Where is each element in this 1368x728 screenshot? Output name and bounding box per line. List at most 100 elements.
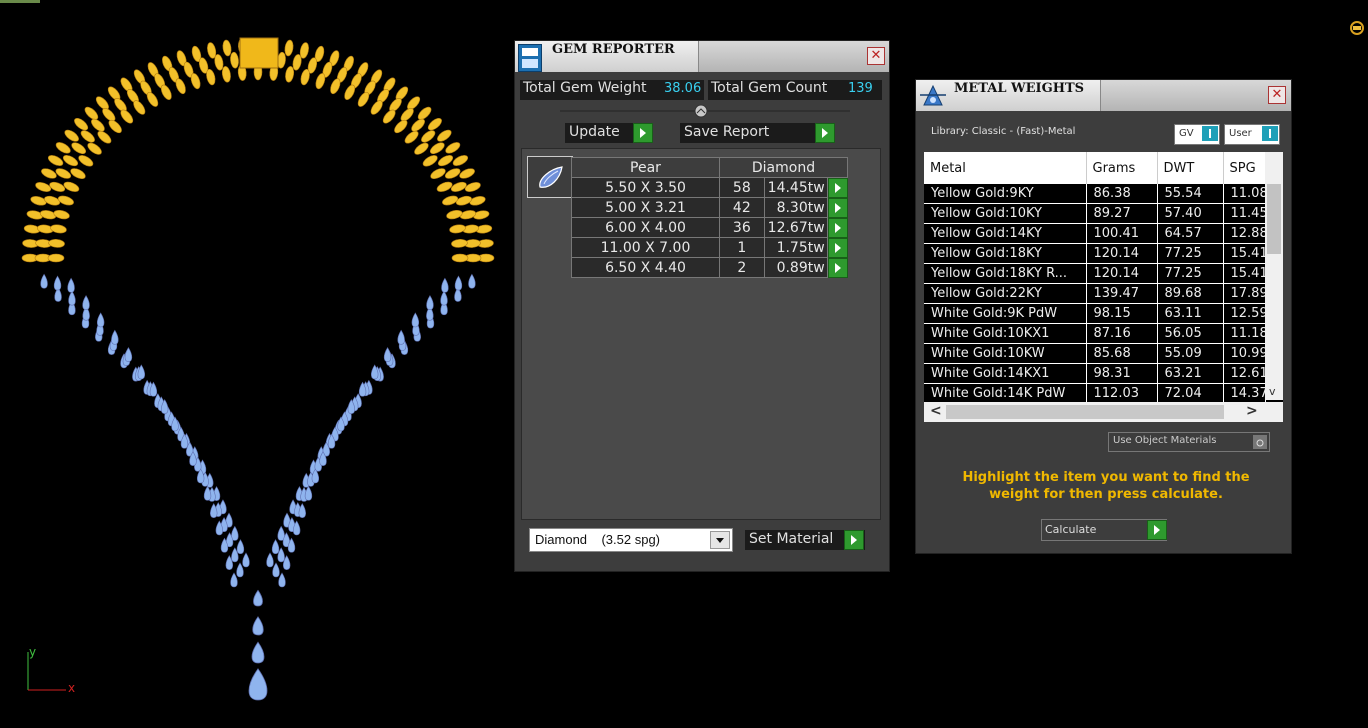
gem-row[interactable]: 6.50 X 4.40 2 0.89tw <box>571 257 848 278</box>
spg-col-header[interactable]: SPG <box>1223 152 1266 184</box>
gold-bead <box>394 119 408 134</box>
metal-row[interactable]: Yellow Gold:22KY 139.47 89.68 17.89 <box>924 283 1266 304</box>
gem-weight: 14.45tw <box>763 177 828 198</box>
gold-bead <box>55 142 71 154</box>
gem-row[interactable]: 5.50 X 3.50 58 14.45tw <box>571 177 848 198</box>
gem-reporter-titlebar[interactable]: GEM REPORTER ✕ <box>515 41 889 72</box>
gv-toggle[interactable]: GV <box>1174 124 1220 145</box>
metal-spg: 12.88 <box>1223 223 1266 244</box>
chevron-down-icon[interactable] <box>710 531 730 549</box>
update-go-icon[interactable] <box>633 123 653 143</box>
metal-row[interactable]: Yellow Gold:18KY R... 120.14 77.25 15.41 <box>924 263 1266 284</box>
metal-row[interactable]: White Gold:9K PdW 98.15 63.11 12.59 <box>924 303 1266 324</box>
clasp-icon <box>239 37 279 69</box>
metal-name: Yellow Gold:22KY <box>924 283 1087 304</box>
gold-bead <box>451 253 469 263</box>
gold-bead <box>230 51 239 69</box>
pear-gem <box>468 273 476 289</box>
metal-row[interactable]: White Gold:14KX1 98.31 63.21 12.61 <box>924 363 1266 384</box>
gem-row-go-icon[interactable] <box>827 197 848 218</box>
metal-row[interactable]: Yellow Gold:9KY 86.38 55.54 11.08 <box>924 184 1266 204</box>
gem-reporter-close-icon[interactable]: ✕ <box>867 47 885 65</box>
ring-settings-icon[interactable] <box>1349 20 1365 36</box>
material-select-value: Diamond (3.52 spg) <box>535 532 661 547</box>
use-object-materials-toggle[interactable]: Use Object Materials <box>1108 432 1270 452</box>
metal-row[interactable]: White Gold:10KX1 87.16 56.05 11.18 <box>924 323 1266 344</box>
pear-gem <box>230 572 238 588</box>
gem-count: 36 <box>718 217 765 238</box>
set-material-go-icon[interactable] <box>844 530 864 550</box>
calculate-go-icon[interactable] <box>1147 520 1167 540</box>
metal-row[interactable]: Yellow Gold:14KY 100.41 64.57 12.88 <box>924 223 1266 244</box>
metal-hscroll-thumb[interactable] <box>946 405 1224 419</box>
gem-row-go-icon[interactable] <box>827 177 848 198</box>
metal-row[interactable]: White Gold:10KW 85.68 55.09 10.99 <box>924 343 1266 364</box>
material-select[interactable]: Diamond (3.52 spg) <box>529 528 733 552</box>
gold-bead <box>64 129 79 142</box>
gem-count: 1 <box>718 237 765 258</box>
scroll-right-icon[interactable]: > <box>1246 403 1258 419</box>
metal-row[interactable]: Yellow Gold:18KY 120.14 77.25 15.41 <box>924 243 1266 264</box>
gold-bead <box>422 155 438 167</box>
metal-horizontal-scrollbar[interactable]: < > <box>924 402 1283 422</box>
necklace-viewport[interactable] <box>0 0 510 728</box>
metal-grams: 89.27 <box>1086 203 1158 224</box>
metal-grams: 112.03 <box>1086 383 1158 404</box>
metal-name: White Gold:9K PdW <box>924 303 1087 324</box>
gem-row[interactable]: 6.00 X 4.00 36 12.67tw <box>571 217 848 238</box>
gem-material-header: Diamond <box>718 157 849 178</box>
pear-gem <box>236 539 245 555</box>
metal-weights-close-icon[interactable]: ✕ <box>1268 86 1286 104</box>
gold-bead <box>442 195 459 206</box>
metal-name: White Gold:14K PdW <box>924 383 1087 404</box>
pear-gem <box>272 562 280 578</box>
pear-gem <box>111 329 119 345</box>
metal-dwt: 64.57 <box>1157 223 1224 244</box>
metal-dwt: 72.04 <box>1157 383 1224 404</box>
metal-name: Yellow Gold:18KY R... <box>924 263 1087 284</box>
gold-bead <box>97 130 112 144</box>
gem-row-go-icon[interactable] <box>827 257 848 278</box>
pear-gem <box>397 329 405 345</box>
gem-size: 11.00 X 7.00 <box>571 237 720 258</box>
gem-row[interactable]: 11.00 X 7.00 1 1.75tw <box>571 237 848 258</box>
scroll-down-icon[interactable]: v <box>1269 385 1276 398</box>
gold-bead <box>49 181 66 192</box>
gold-bead <box>436 181 453 192</box>
scroll-left-icon[interactable]: < <box>930 403 942 419</box>
splitter-handle[interactable] <box>560 104 850 120</box>
gv-label: GV <box>1179 128 1194 139</box>
use-object-materials-label: Use Object Materials <box>1113 435 1217 446</box>
metal-col-header[interactable]: Metal <box>924 152 1087 184</box>
set-material-button[interactable]: Set Material <box>745 530 865 550</box>
gem-row[interactable]: 5.00 X 3.21 42 8.30tw <box>571 197 848 218</box>
grams-col-header[interactable]: Grams <box>1086 152 1158 184</box>
user-toggle[interactable]: User <box>1224 124 1280 145</box>
gem-row-go-icon[interactable] <box>827 217 848 238</box>
update-button[interactable]: Update <box>565 123 653 143</box>
calculate-button[interactable]: Calculate <box>1041 519 1167 541</box>
metal-grams: 120.14 <box>1086 263 1158 284</box>
metal-grams: 120.14 <box>1086 243 1158 264</box>
gold-bead <box>50 224 67 234</box>
gem-weight: 0.89tw <box>763 257 828 278</box>
user-toggle-icon <box>1262 126 1278 141</box>
metal-scroll-thumb[interactable] <box>1267 184 1281 254</box>
save-report-button[interactable]: Save Report <box>680 123 835 143</box>
metal-row[interactable]: Yellow Gold:10KY 89.27 57.40 11.45 <box>924 203 1266 224</box>
gem-row-go-icon[interactable] <box>827 237 848 258</box>
save-report-go-icon[interactable] <box>815 123 835 143</box>
pear-shape-icon[interactable] <box>527 156 573 198</box>
metal-vertical-scrollbar[interactable]: v <box>1265 152 1283 400</box>
total-gem-weight-value: 38.06 <box>664 81 702 96</box>
metal-weights-title: METAL WEIGHTS <box>954 81 1085 96</box>
metal-row[interactable]: White Gold:14K PdW 112.03 72.04 14.37 <box>924 383 1266 404</box>
dwt-col-header[interactable]: DWT <box>1157 152 1224 184</box>
pear-gem <box>454 275 463 291</box>
metal-spg: 12.61 <box>1223 363 1266 384</box>
metal-name: White Gold:10KW <box>924 343 1087 364</box>
gold-bead <box>449 224 466 234</box>
metal-weights-titlebar[interactable]: METAL WEIGHTS ✕ <box>916 80 1291 111</box>
update-label: Update <box>569 124 620 140</box>
gold-bead <box>417 106 432 120</box>
